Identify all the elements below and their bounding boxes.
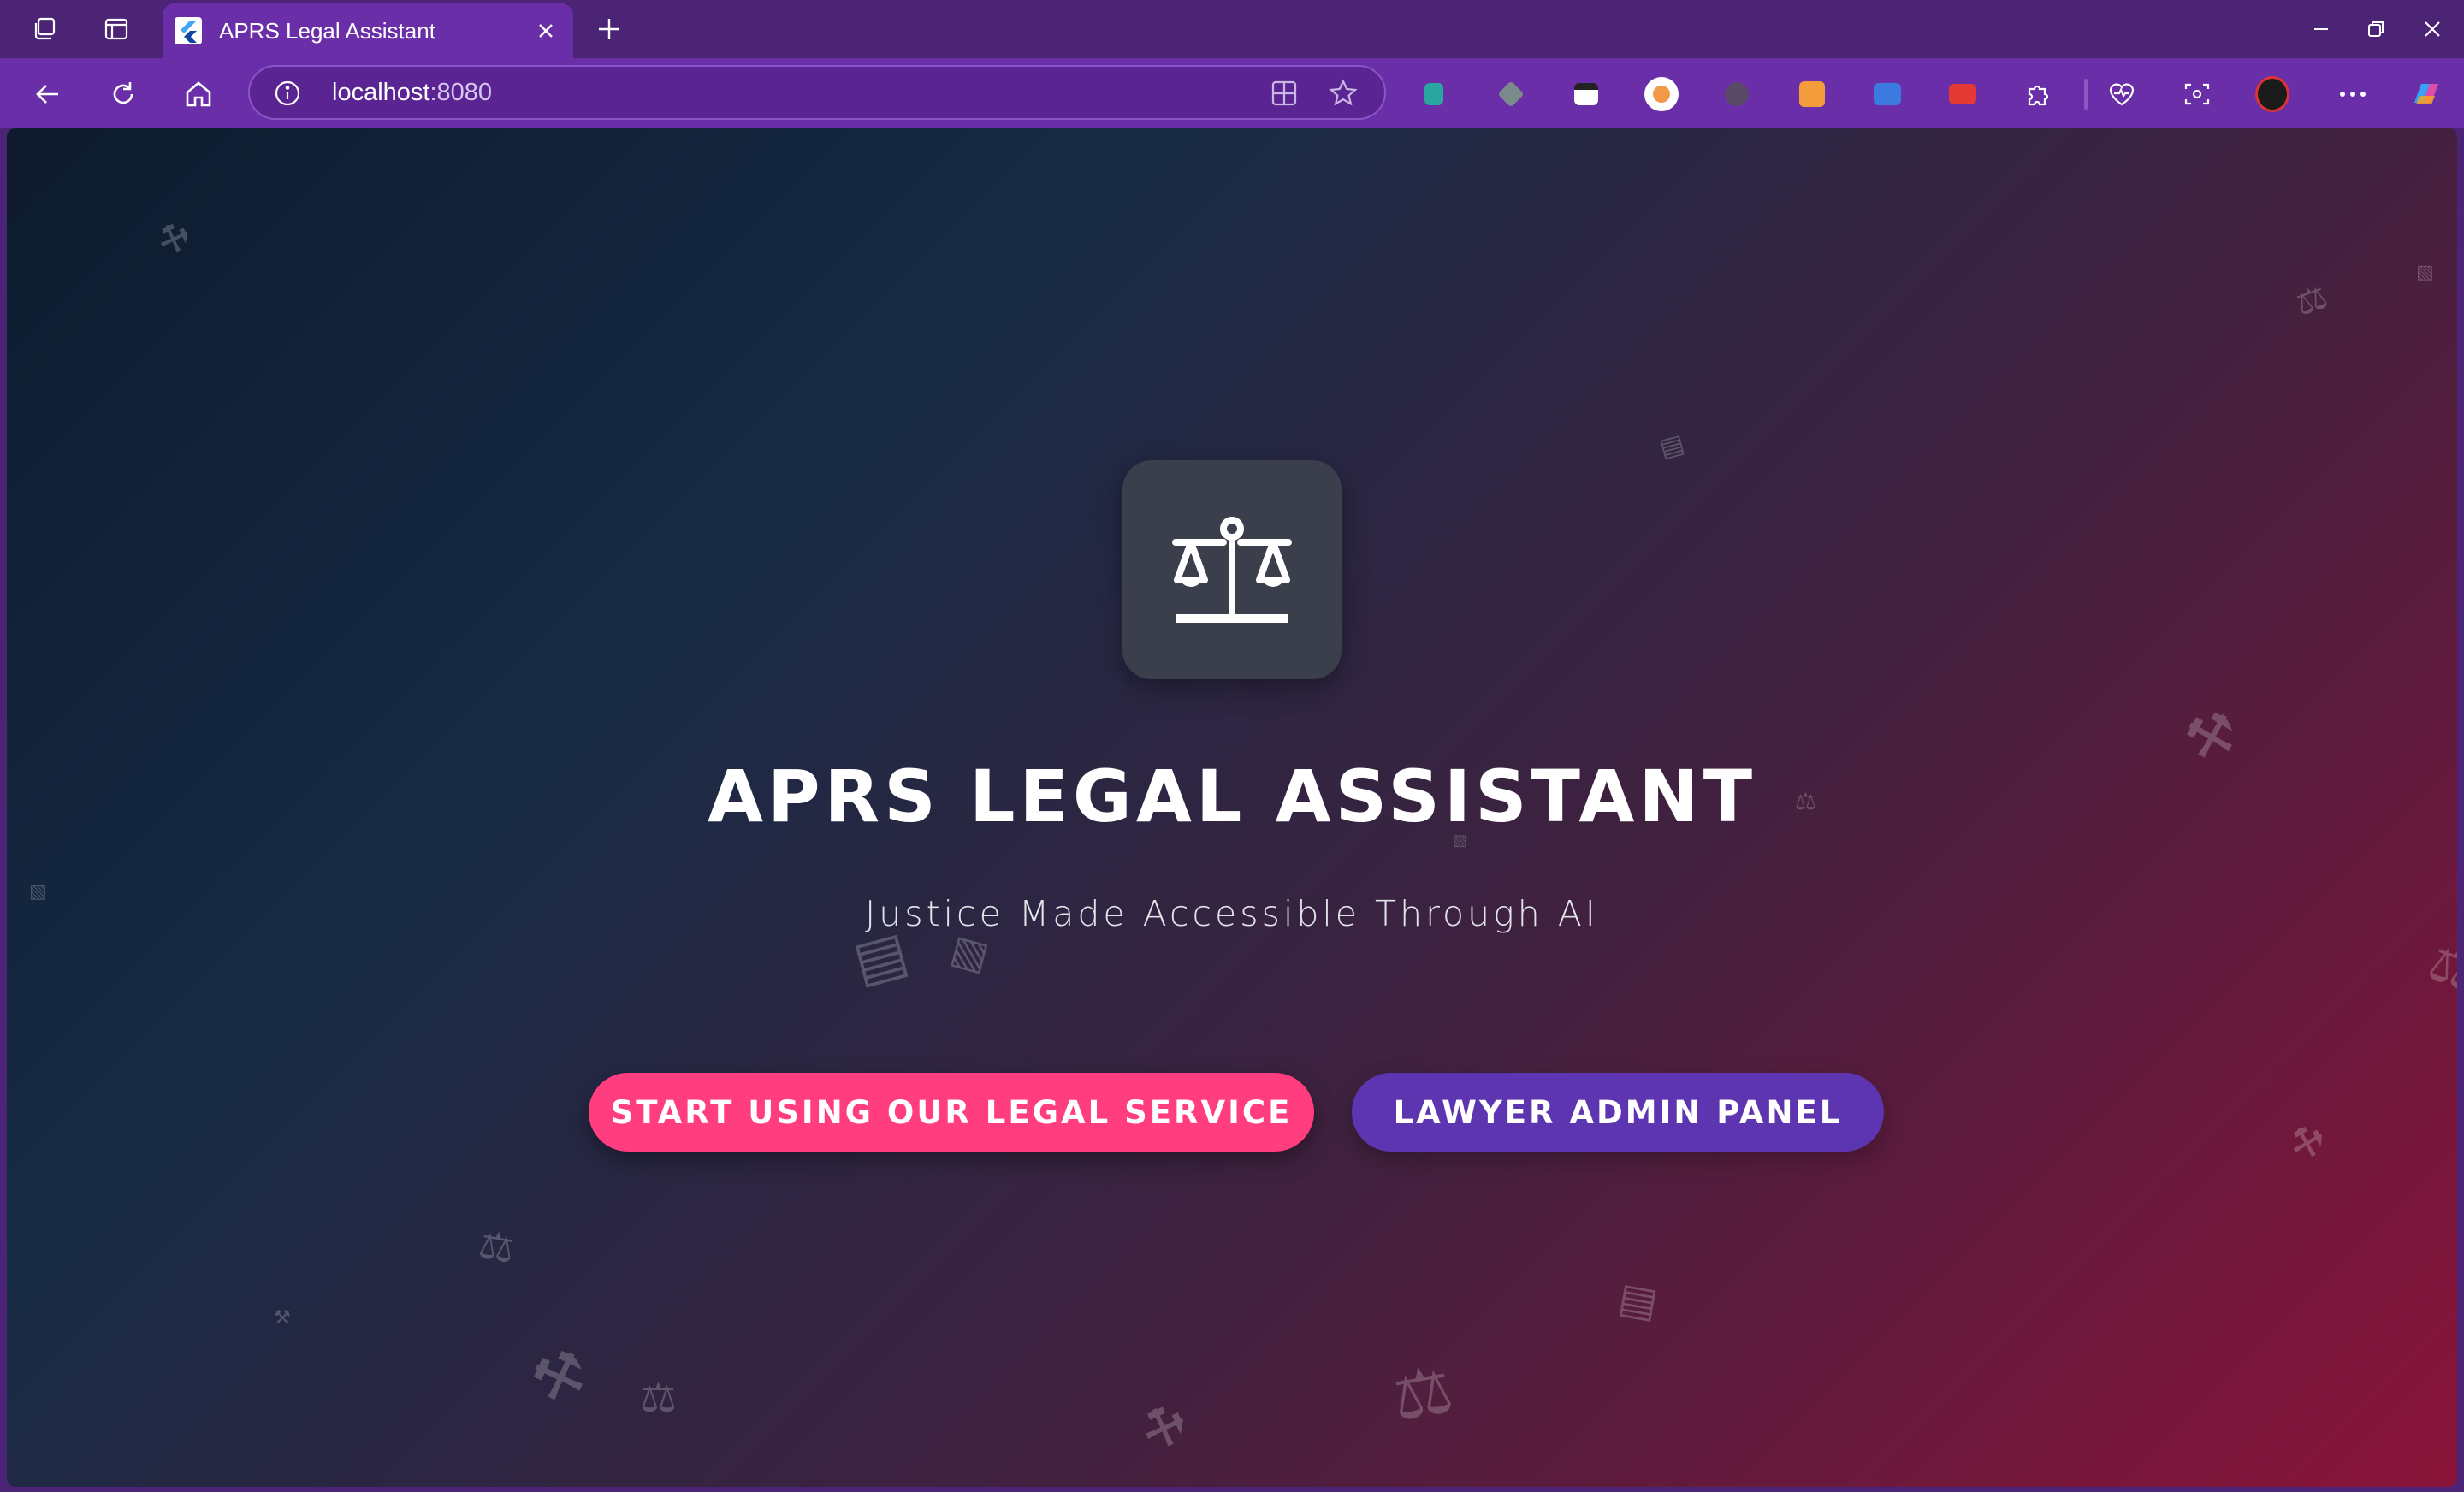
split-screen-icon[interactable] bbox=[1270, 79, 1299, 111]
close-window-icon[interactable] bbox=[2411, 12, 2454, 46]
new-tab-plus-icon[interactable] bbox=[594, 14, 625, 44]
app-viewport: ⚒ ▤ ⚖ ▧ ⚒ ⚖ ▧ ▧ ▤ ▧ ⚖ ⚒ ⚖ ⚒ ▤ ⚒ ⚖ ⚖ ⚒ AP… bbox=[7, 128, 2457, 1487]
refresh-icon[interactable] bbox=[104, 75, 142, 113]
extension-icon-screen[interactable] bbox=[1870, 77, 1904, 111]
browser-title-bar: APRS Legal Assistant bbox=[0, 0, 2464, 58]
app-logo bbox=[1122, 460, 1342, 679]
start-legal-service-button[interactable]: START USING OUR LEGAL SERVICE bbox=[589, 1073, 1314, 1152]
url-text[interactable]: localhost:8080 bbox=[332, 79, 492, 107]
scales-of-justice-icon bbox=[1172, 517, 1292, 623]
decor-gavel-icon: ⚒ bbox=[521, 1334, 596, 1419]
profile-avatar[interactable] bbox=[2255, 76, 2289, 112]
browser-tab-active[interactable]: APRS Legal Assistant bbox=[163, 3, 573, 58]
url-host: localhost bbox=[332, 79, 430, 106]
decor-scales-icon: ⚖ bbox=[640, 1374, 678, 1422]
restore-icon[interactable] bbox=[2354, 12, 2397, 46]
extension-icon-cloud[interactable] bbox=[1720, 77, 1754, 111]
screenshot-icon[interactable] bbox=[2180, 77, 2214, 111]
lawyer-admin-panel-button[interactable]: LAWYER ADMIN PANEL bbox=[1352, 1073, 1884, 1152]
extension-icon-layers[interactable] bbox=[1494, 77, 1528, 111]
browser-toolbar: localhost:8080 bbox=[0, 58, 2464, 128]
decor-gavel-icon: ⚒ bbox=[1133, 1394, 1193, 1461]
tab-actions-icon[interactable] bbox=[101, 14, 132, 44]
decor-gavel-icon: ⚒ bbox=[2284, 1116, 2329, 1169]
back-arrow-icon[interactable] bbox=[29, 75, 67, 113]
decor-gavel-icon: ⚒ bbox=[274, 1307, 291, 1329]
page-subtitle: Justice Made Accessible Through AI bbox=[865, 893, 1599, 934]
flutter-favicon-icon bbox=[175, 17, 202, 44]
workspaces-icon[interactable] bbox=[29, 14, 60, 44]
url-port: :8080 bbox=[429, 79, 493, 106]
decor-document-icon: ▤ bbox=[1656, 428, 1688, 465]
puzzle-icon[interactable] bbox=[2021, 77, 2055, 111]
heartbeat-icon[interactable] bbox=[2105, 77, 2139, 111]
extension-icon-1[interactable] bbox=[1417, 77, 1451, 111]
close-tab-icon[interactable] bbox=[530, 15, 561, 46]
decor-book-icon: ▧ bbox=[2416, 262, 2434, 283]
more-dots-icon[interactable] bbox=[2336, 77, 2370, 111]
address-bar[interactable]: localhost:8080 bbox=[248, 65, 1386, 120]
decor-document-icon: ▤ bbox=[1614, 1273, 1661, 1328]
page-title: APRS LEGAL ASSISTANT bbox=[707, 755, 1756, 838]
home-icon[interactable] bbox=[180, 75, 217, 113]
minimize-icon[interactable] bbox=[2300, 12, 2343, 46]
decor-gavel-icon: ⚒ bbox=[151, 215, 194, 263]
extension-icon-ninja[interactable] bbox=[1569, 77, 1603, 111]
tab-title: APRS Legal Assistant bbox=[219, 18, 435, 44]
star-icon[interactable] bbox=[1328, 78, 1359, 112]
toolbar-divider bbox=[2084, 79, 2088, 110]
copilot-icon[interactable] bbox=[2409, 77, 2443, 111]
extension-icon-avatar[interactable] bbox=[1644, 77, 1679, 111]
decor-scales-icon: ⚖ bbox=[2420, 929, 2457, 1005]
decor-scales-icon: ⚖ bbox=[475, 1220, 518, 1273]
decor-scales-icon: ⚖ bbox=[1386, 1350, 1460, 1437]
extension-icon-orange[interactable] bbox=[1795, 77, 1829, 111]
info-icon[interactable] bbox=[274, 80, 301, 110]
decor-scales-icon: ⚖ bbox=[2290, 276, 2333, 324]
extension-icon-youtube[interactable] bbox=[1946, 77, 1980, 111]
